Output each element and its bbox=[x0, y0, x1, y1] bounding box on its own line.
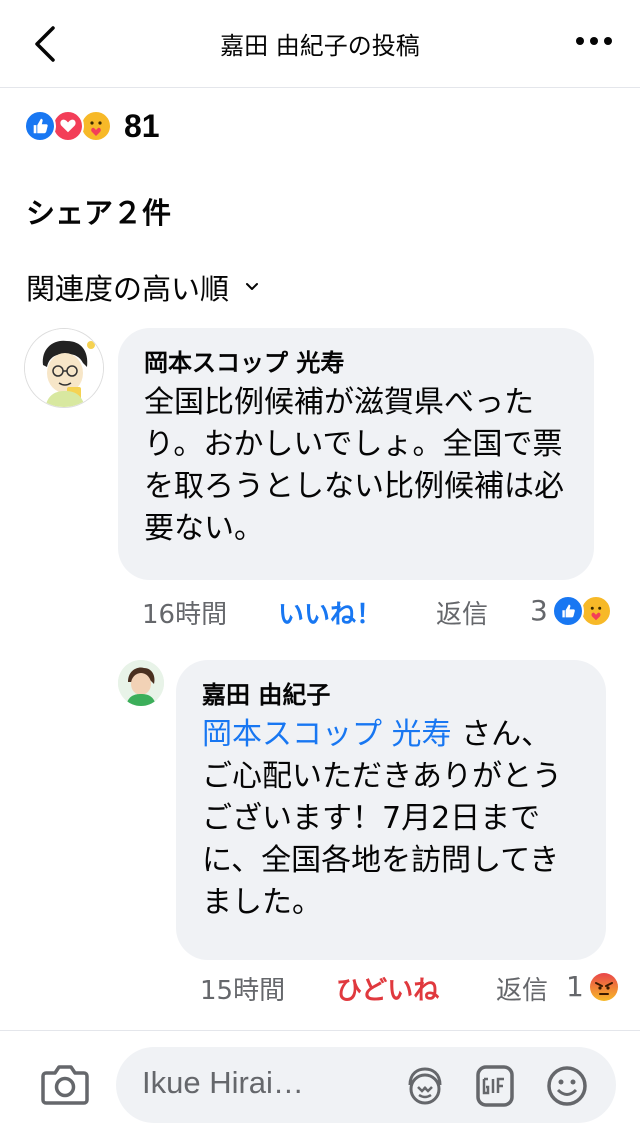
like-button[interactable]: いいね！ bbox=[278, 594, 382, 631]
comment-author[interactable]: 嘉田 由紀子 bbox=[202, 678, 580, 712]
sort-label: 関連度の高い順 bbox=[26, 272, 230, 306]
reaction-count: 81 bbox=[124, 107, 160, 144]
comment-input-placeholder: Ikue Hirai… bbox=[142, 1065, 304, 1100]
gif-icon[interactable] bbox=[472, 1063, 518, 1109]
care-icon bbox=[579, 594, 612, 627]
comment-reactions[interactable]: 1 bbox=[566, 970, 620, 1003]
page-title: 嘉田 由紀子の投稿 bbox=[220, 32, 420, 60]
sort-dropdown[interactable]: 関連度の高い順 bbox=[26, 266, 259, 308]
share-count[interactable]: シェア２件 bbox=[26, 190, 171, 232]
comment-reactions[interactable]: 3 bbox=[530, 594, 612, 627]
comment-composer: Ikue Hirai… bbox=[0, 1030, 640, 1136]
love-icon bbox=[52, 110, 84, 142]
emoji-icon[interactable] bbox=[544, 1063, 590, 1109]
back-button[interactable] bbox=[22, 20, 70, 68]
camera-button[interactable] bbox=[40, 1061, 90, 1107]
more-options-icon[interactable] bbox=[570, 26, 618, 56]
comment-input[interactable]: Ikue Hirai… bbox=[116, 1047, 616, 1123]
care-icon bbox=[80, 110, 112, 142]
avatar-sticker-icon[interactable] bbox=[402, 1063, 448, 1109]
comment-actions: 15時間 ひどいね 返信 1 bbox=[200, 966, 630, 1010]
comment-bubble[interactable]: 岡本スコップ 光寿 全国比例候補が滋賀県べったり。おかしいでしょ。全国で票を取ろ… bbox=[118, 328, 594, 580]
mention-link[interactable]: 岡本スコップ 光寿 bbox=[202, 717, 452, 752]
angry-icon bbox=[588, 971, 620, 1003]
reaction-button[interactable]: ひどいね bbox=[336, 970, 439, 1007]
comment-author[interactable]: 岡本スコップ 光寿 bbox=[144, 346, 568, 380]
reply-button[interactable]: 返信 bbox=[436, 594, 488, 631]
like-icon bbox=[551, 594, 584, 627]
comment-text: 岡本スコップ 光寿 さん、ご心配いただきありがとうございます！7月2日までに、全… bbox=[202, 714, 580, 924]
like-icon bbox=[24, 110, 56, 142]
comment-reaction-count: 1 bbox=[566, 970, 584, 1003]
top-bar: 嘉田 由紀子の投稿 bbox=[0, 0, 640, 88]
reply-button[interactable]: 返信 bbox=[496, 970, 548, 1007]
comment-time: 15時間 bbox=[200, 976, 286, 1006]
comment-reaction-count: 3 bbox=[530, 594, 548, 627]
chevron-left-icon bbox=[35, 26, 55, 62]
avatar[interactable] bbox=[24, 328, 104, 408]
reply-bubble[interactable]: 嘉田 由紀子 岡本スコップ 光寿 さん、ご心配いただきありがとうございます！7月… bbox=[176, 660, 606, 960]
comment-time: 16時間 bbox=[142, 600, 228, 630]
comment-text: 全国比例候補が滋賀県べったり。おかしいでしょ。全国で票を取ろうとしない比例候補は… bbox=[144, 385, 564, 546]
camera-icon bbox=[41, 1065, 89, 1105]
avatar[interactable] bbox=[118, 660, 164, 706]
reaction-summary[interactable]: 81 bbox=[24, 106, 160, 146]
comment-actions: 16時間 いいね！ 返信 3 bbox=[142, 590, 632, 634]
chevron-down-icon bbox=[246, 283, 259, 290]
